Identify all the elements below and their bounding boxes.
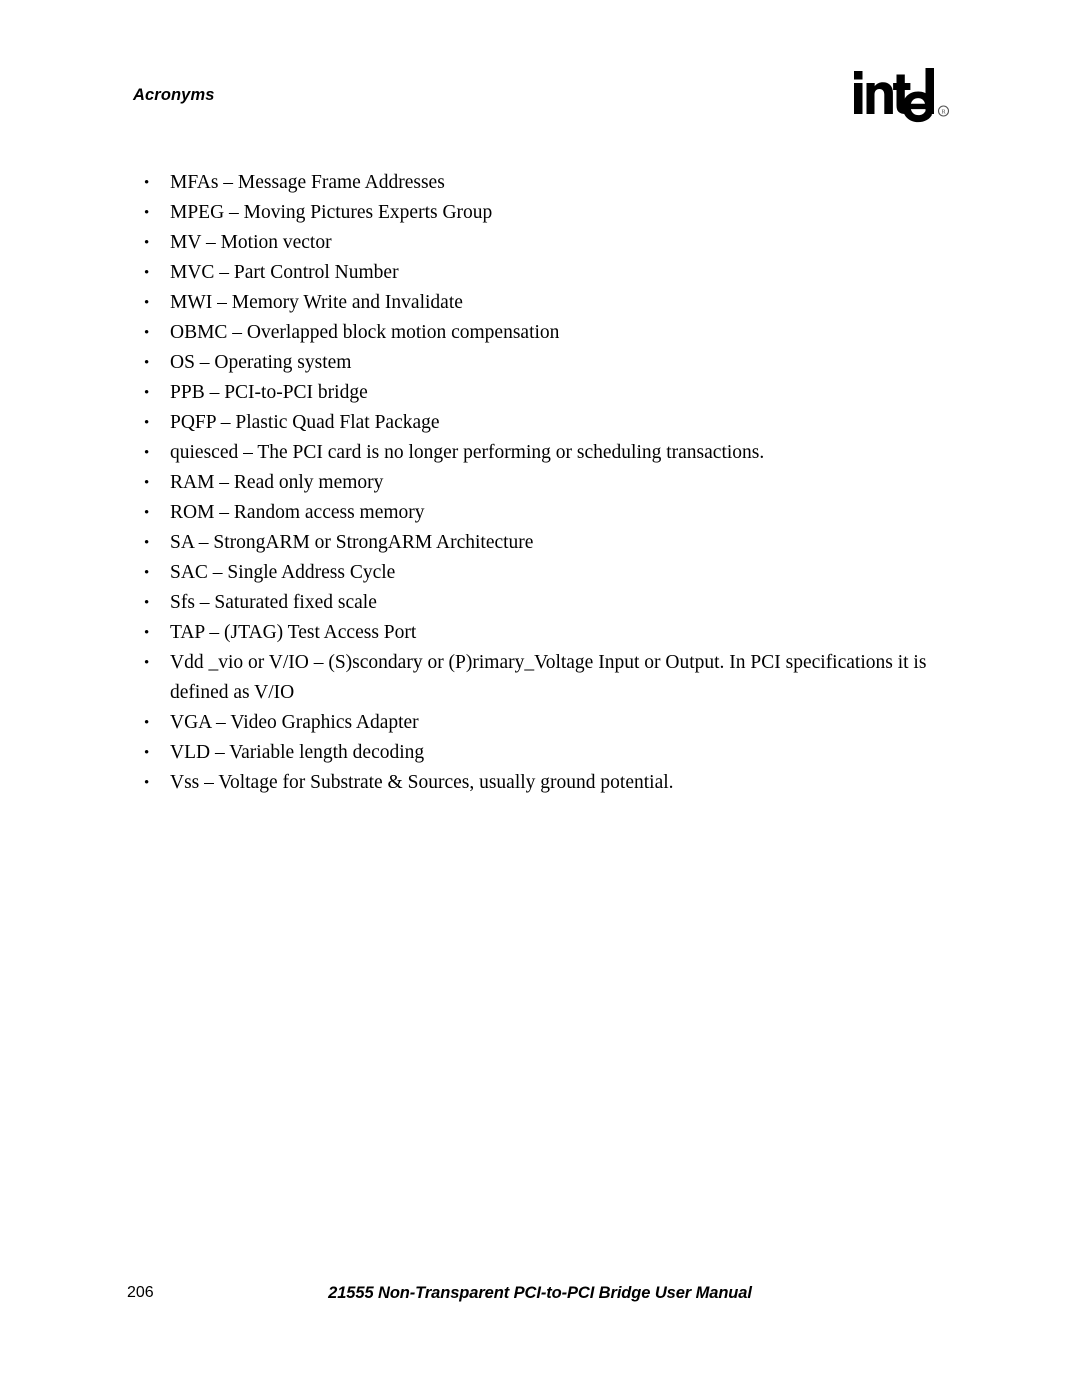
bullet-icon: • — [144, 325, 150, 341]
list-item: • Vdd _vio or V/IO – (S)scondary or (P)r… — [143, 648, 977, 708]
list-item: • MFAs – Message Frame Addresses — [143, 168, 963, 198]
list-item: • PPB – PCI-to-PCI bridge — [143, 378, 963, 408]
bullet-icon: • — [144, 655, 150, 671]
list-item: • ROM – Random access memory — [143, 498, 963, 528]
bullet-icon: • — [144, 415, 150, 431]
list-item: • MWI – Memory Write and Invalidate — [143, 288, 963, 318]
list-item-text: MV – Motion vector — [170, 232, 332, 253]
bullet-icon: • — [144, 595, 150, 611]
svg-text:R: R — [941, 109, 946, 116]
list-item: • PQFP – Plastic Quad Flat Package — [143, 408, 963, 438]
bullet-icon: • — [144, 235, 150, 251]
list-item-text: SAC – Single Address Cycle — [170, 562, 396, 583]
list-item: • MPEG – Moving Pictures Experts Group — [143, 198, 963, 228]
list-item-text: OBMC – Overlapped block motion compensat… — [170, 322, 560, 343]
list-item-text: quiesced – The PCI card is no longer per… — [170, 442, 765, 463]
list-item-text: VGA – Video Graphics Adapter — [170, 712, 419, 733]
list-item-text: VLD – Variable length decoding — [170, 742, 425, 763]
list-item: • quiesced – The PCI card is no longer p… — [143, 438, 963, 468]
list-item: • OS – Operating system — [143, 348, 963, 378]
list-item: • RAM – Read only memory — [143, 468, 963, 498]
list-item: • SA – StrongARM or StrongARM Architectu… — [143, 528, 963, 558]
page-footer: 206 21555 Non-Transparent PCI-to-PCI Bri… — [0, 1270, 1080, 1330]
list-item-text: MPEG – Moving Pictures Experts Group — [170, 202, 493, 223]
list-item: • VLD – Variable length decoding — [143, 738, 963, 768]
acronym-list: • MFAs – Message Frame Addresses • MPEG … — [143, 168, 963, 798]
bullet-icon: • — [144, 205, 150, 221]
list-item: • Vss – Voltage for Substrate & Sources,… — [143, 768, 963, 798]
list-item-text: PQFP – Plastic Quad Flat Package — [170, 412, 440, 433]
list-item: • OBMC – Overlapped block motion compens… — [143, 318, 963, 348]
list-item: • MV – Motion vector — [143, 228, 963, 258]
list-item: • VGA – Video Graphics Adapter — [143, 708, 963, 738]
list-item-text: PPB – PCI-to-PCI bridge — [170, 382, 368, 403]
list-item-text: Vss – Voltage for Substrate & Sources, u… — [170, 772, 674, 793]
bullet-icon: • — [144, 565, 150, 581]
list-item: • TAP – (JTAG) Test Access Port — [143, 618, 963, 648]
list-item-text: OS – Operating system — [170, 352, 352, 373]
section-title: Acronyms — [133, 86, 215, 104]
page-header: Acronyms R — [0, 0, 1080, 150]
list-item: • MVC – Part Control Number — [143, 258, 963, 288]
bullet-icon: • — [144, 295, 150, 311]
document-page: Acronyms R • MFAs – Message Frame Addres… — [0, 0, 1080, 1397]
list-item-text: MFAs – Message Frame Addresses — [170, 172, 445, 193]
bullet-icon: • — [144, 715, 150, 731]
bullet-icon: • — [144, 445, 150, 461]
bullet-icon: • — [144, 505, 150, 521]
bullet-icon: • — [144, 265, 150, 281]
list-item: • SAC – Single Address Cycle — [143, 558, 963, 588]
bullet-icon: • — [144, 385, 150, 401]
manual-title: 21555 Non-Transparent PCI-to-PCI Bridge … — [328, 1284, 752, 1302]
list-item-text: ROM – Random access memory — [170, 502, 425, 523]
list-item-text: Vdd _vio or V/IO – (S)scondary or (P)rim… — [170, 652, 927, 703]
list-item-text: MWI – Memory Write and Invalidate — [170, 292, 463, 313]
list-item-text: RAM – Read only memory — [170, 472, 384, 493]
list-item-text: MVC – Part Control Number — [170, 262, 399, 283]
bullet-icon: • — [144, 775, 150, 791]
bullet-icon: • — [144, 475, 150, 491]
list-item-text: TAP – (JTAG) Test Access Port — [170, 622, 417, 643]
bullet-icon: • — [144, 355, 150, 371]
bullet-icon: • — [144, 175, 150, 191]
list-item-text: Sfs – Saturated fixed scale — [170, 592, 377, 613]
bullet-icon: • — [144, 745, 150, 761]
list-item: • Sfs – Saturated fixed scale — [143, 588, 963, 618]
list-item-text: SA – StrongARM or StrongARM Architecture — [170, 532, 534, 553]
bullet-icon: • — [144, 535, 150, 551]
bullet-icon: • — [144, 625, 150, 641]
intel-logo: R — [852, 66, 952, 130]
